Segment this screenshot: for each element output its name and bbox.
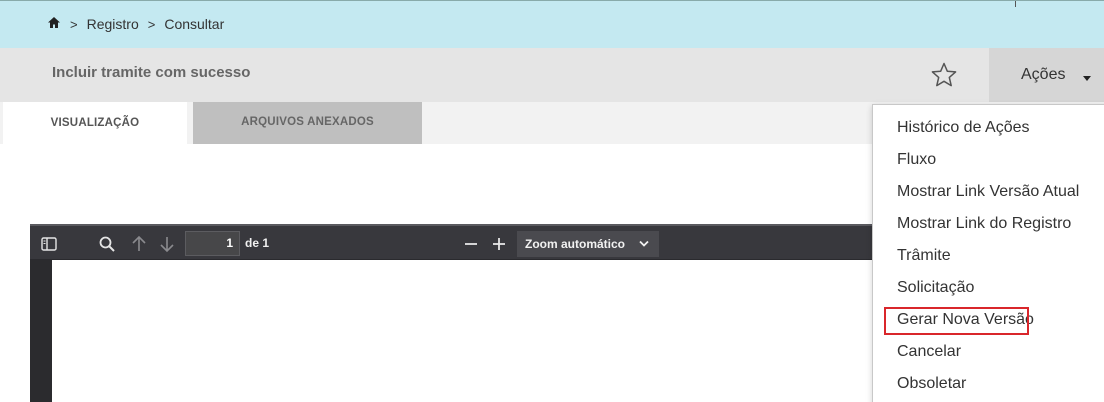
menu-item-tramite[interactable]: Trâmite bbox=[897, 247, 951, 265]
menu-item-solicitacao[interactable]: Solicitação bbox=[897, 279, 974, 297]
breadcrumb-bar: > Registro > Consultar bbox=[0, 0, 1104, 48]
caret-down-icon bbox=[1065, 63, 1092, 88]
sidebar-toggle-icon[interactable] bbox=[40, 235, 58, 253]
window-edge-marker bbox=[1015, 1, 1016, 7]
search-icon[interactable] bbox=[98, 235, 116, 253]
page-count-label: de 1 bbox=[245, 236, 270, 250]
title-bar: Incluir tramite com sucesso Ações bbox=[0, 48, 1104, 102]
tab-visualizacao[interactable]: VISUALIZAÇÃO bbox=[3, 102, 187, 144]
zoom-out-icon[interactable] bbox=[462, 235, 480, 253]
zoom-select-value: Zoom automático bbox=[525, 237, 626, 251]
breadcrumb-item-consultar: Consultar bbox=[164, 16, 225, 32]
home-icon[interactable] bbox=[47, 16, 61, 32]
arrow-up-icon[interactable] bbox=[130, 235, 148, 253]
pdf-viewer: 1 de 1 Zoom automático bbox=[30, 224, 890, 402]
page-number-input[interactable]: 1 bbox=[185, 231, 240, 256]
menu-item-fluxo[interactable]: Fluxo bbox=[897, 151, 936, 169]
actions-dropdown-menu: Histórico de Ações Fluxo Mostrar Link Ve… bbox=[872, 104, 1104, 402]
pdf-toolbar: 1 de 1 Zoom automático bbox=[30, 224, 890, 260]
page-title: Incluir tramite com sucesso bbox=[52, 64, 251, 81]
menu-item-gerar-nova-versao[interactable]: Gerar Nova Versão bbox=[897, 311, 1034, 329]
actions-button[interactable]: Ações bbox=[989, 48, 1104, 102]
breadcrumb: > Registro > Consultar bbox=[47, 16, 224, 32]
menu-item-obsoletar[interactable]: Obsoletar bbox=[897, 375, 966, 393]
zoom-select[interactable]: Zoom automático bbox=[517, 231, 659, 257]
actions-button-label: Ações bbox=[1021, 66, 1066, 83]
breadcrumb-separator: > bbox=[70, 16, 78, 32]
menu-item-mostrar-link-versao-atual[interactable]: Mostrar Link Versão Atual bbox=[897, 183, 1079, 201]
menu-item-cancelar[interactable]: Cancelar bbox=[897, 343, 961, 361]
zoom-in-icon[interactable] bbox=[490, 235, 508, 253]
star-icon[interactable] bbox=[930, 61, 958, 89]
menu-item-historico-de-acoes[interactable]: Histórico de Ações bbox=[897, 119, 1030, 137]
pdf-sidebar-strip bbox=[30, 260, 52, 402]
arrow-down-icon[interactable] bbox=[158, 235, 176, 253]
pdf-page bbox=[52, 260, 890, 402]
tab-arquivos-anexados[interactable]: ARQUIVOS ANEXADOS bbox=[193, 102, 422, 144]
menu-item-mostrar-link-do-registro[interactable]: Mostrar Link do Registro bbox=[897, 215, 1071, 233]
breadcrumb-separator: > bbox=[147, 16, 156, 32]
breadcrumb-item-registro[interactable]: Registro bbox=[87, 16, 139, 32]
